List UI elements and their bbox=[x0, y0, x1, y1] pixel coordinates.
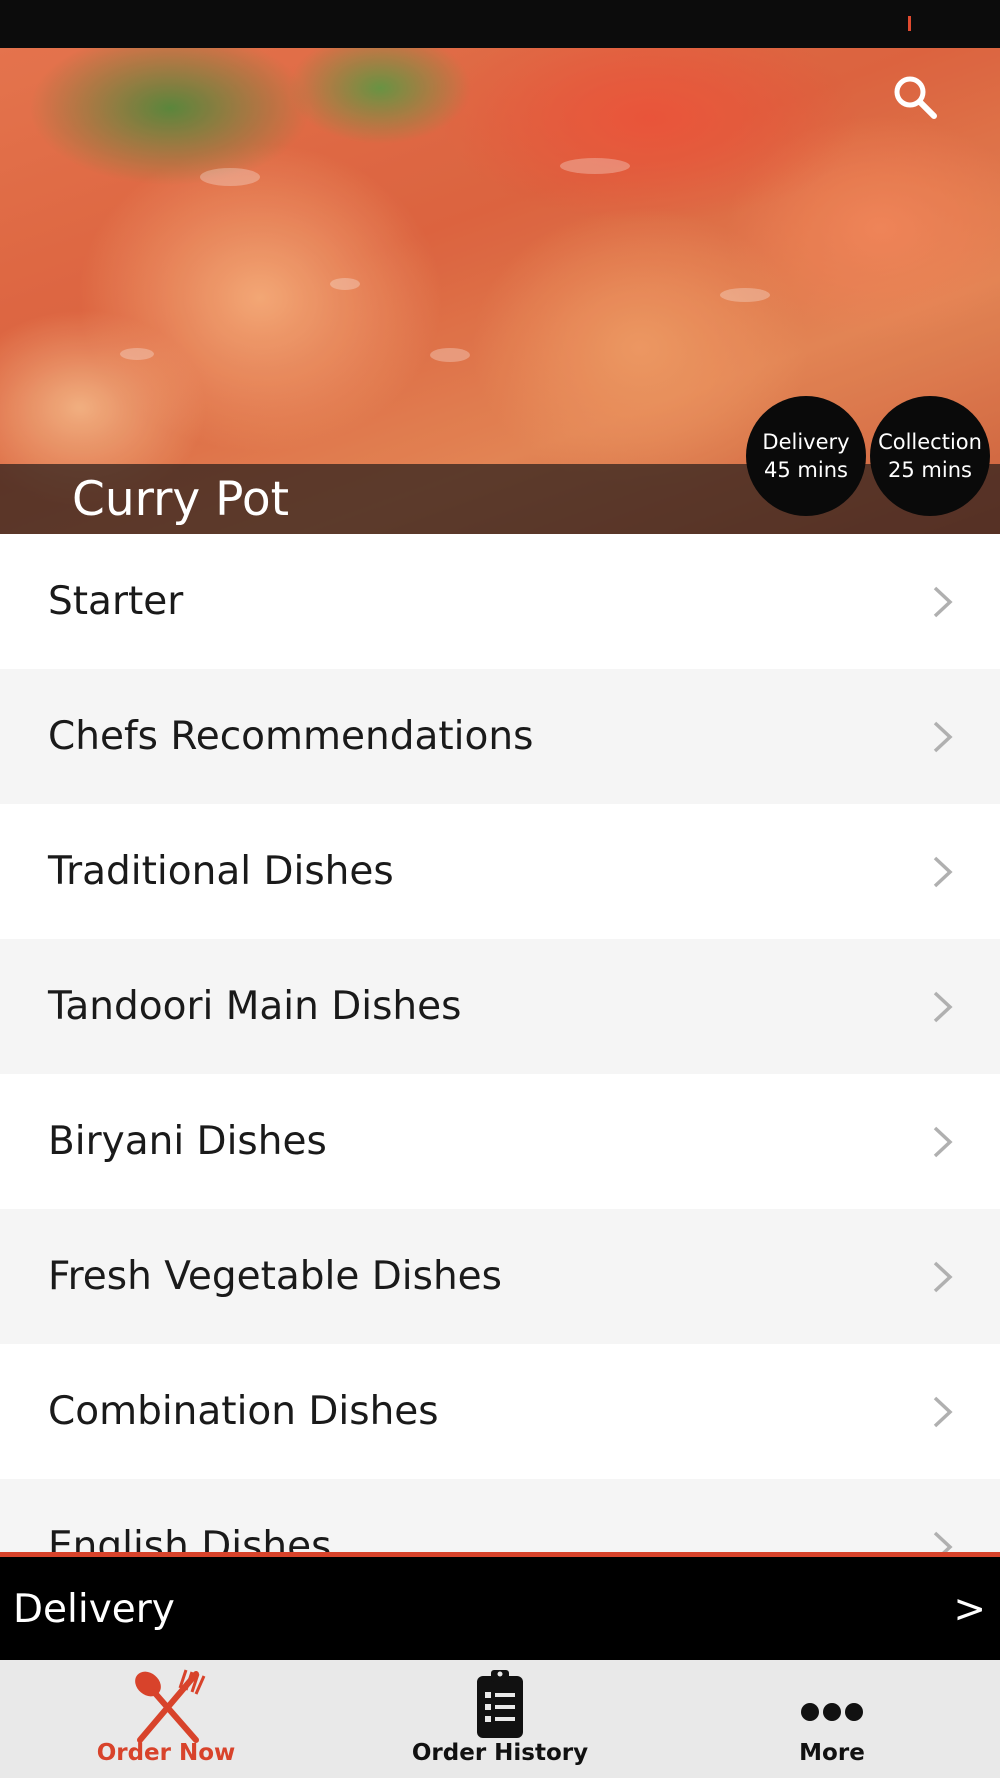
badge-label: Delivery bbox=[762, 430, 850, 454]
chevron-right-icon bbox=[933, 1531, 953, 1554]
menu-item-label: Combination Dishes bbox=[48, 1389, 439, 1434]
bottom-tab-bar: Order Now Order History More bbox=[0, 1660, 1000, 1778]
badge-time: 25 mins bbox=[888, 458, 972, 482]
restaurant-name: Curry Pot bbox=[72, 472, 290, 527]
badge-label: Collection bbox=[878, 430, 982, 454]
clipboard-list-icon bbox=[477, 1670, 523, 1738]
menu-item-fresh-vegetable-dishes[interactable]: Fresh Vegetable Dishes bbox=[0, 1209, 1000, 1344]
menu-item-label: Traditional Dishes bbox=[48, 849, 394, 894]
menu-item-label: English Dishes bbox=[48, 1524, 332, 1554]
chevron-right-icon bbox=[933, 1261, 953, 1292]
menu-item-label: Tandoori Main Dishes bbox=[48, 984, 462, 1029]
fork-knife-icon bbox=[135, 1669, 206, 1743]
chevron-right-icon bbox=[933, 856, 953, 887]
menu-item-label: Biryani Dishes bbox=[48, 1119, 327, 1164]
collection-time-badge: Collection 25 mins bbox=[870, 396, 990, 516]
menu-item-tandoori-main-dishes[interactable]: Tandoori Main Dishes bbox=[0, 939, 1000, 1074]
chevron-right-icon bbox=[933, 1126, 953, 1157]
search-icon bbox=[894, 76, 937, 119]
menu-item-chefs-recommendations[interactable]: Chefs Recommendations bbox=[0, 669, 1000, 804]
tab-more[interactable]: More bbox=[732, 1660, 932, 1778]
order-mode-bar[interactable]: Delivery > bbox=[0, 1552, 1000, 1660]
tab-label: Order History bbox=[411, 1740, 589, 1766]
tab-label: More bbox=[799, 1740, 865, 1766]
menu-item-traditional-dishes[interactable]: Traditional Dishes bbox=[0, 804, 1000, 939]
menu-item-combination-dishes[interactable]: Combination Dishes bbox=[0, 1344, 1000, 1479]
tab-label: Order Now bbox=[96, 1740, 236, 1766]
status-bar bbox=[0, 0, 1000, 48]
delivery-time-badge: Delivery 45 mins bbox=[746, 396, 866, 516]
menu-item-english-dishes[interactable]: English Dishes bbox=[0, 1479, 1000, 1554]
tab-order-now[interactable]: Order Now bbox=[66, 1660, 266, 1778]
menu-item-starter[interactable]: Starter bbox=[0, 534, 1000, 669]
chevron-right-icon bbox=[933, 586, 953, 617]
menu-category-list: Starter Chefs Recommendations Traditiona… bbox=[0, 534, 1000, 1554]
menu-item-label: Fresh Vegetable Dishes bbox=[48, 1254, 502, 1299]
status-indicator bbox=[908, 16, 911, 31]
chevron-right-icon bbox=[933, 991, 953, 1022]
search-button[interactable] bbox=[890, 72, 940, 122]
ellipsis-icon bbox=[801, 1703, 863, 1721]
menu-item-biryani-dishes[interactable]: Biryani Dishes bbox=[0, 1074, 1000, 1209]
badge-time: 45 mins bbox=[764, 458, 848, 482]
tab-order-history[interactable]: Order History bbox=[400, 1660, 600, 1778]
chevron-right-icon bbox=[933, 1396, 953, 1427]
chevron-right-icon bbox=[933, 721, 953, 752]
order-mode-label: Delivery bbox=[13, 1587, 175, 1632]
order-mode-arrow: > bbox=[953, 1587, 986, 1632]
menu-item-label: Starter bbox=[48, 579, 184, 624]
menu-item-label: Chefs Recommendations bbox=[48, 714, 534, 759]
